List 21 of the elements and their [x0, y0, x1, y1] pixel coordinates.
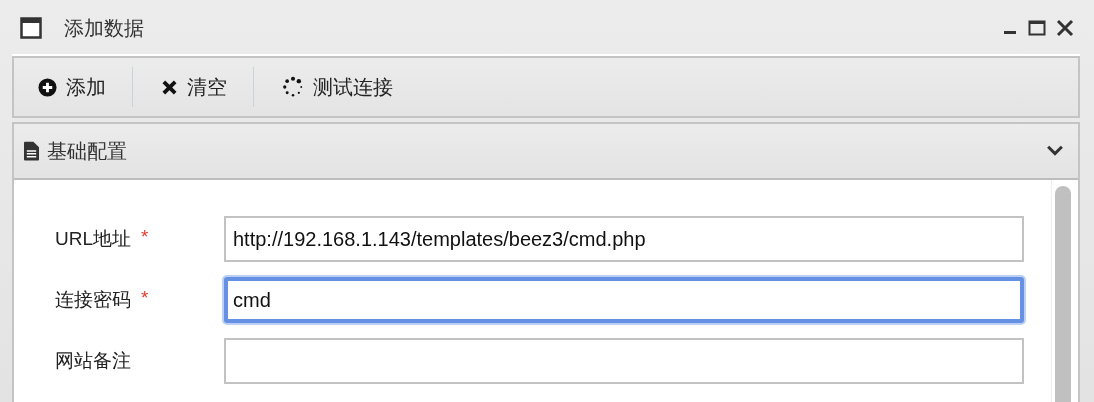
toolbar-button[interactable]: 清空 [137, 64, 249, 110]
toolbar-button[interactable]: 添加 [36, 64, 128, 110]
window-icon [20, 17, 42, 39]
input-field[interactable]: cmd [224, 277, 1024, 323]
window-title: 添加数据 [64, 14, 144, 42]
input-field[interactable] [224, 338, 1024, 384]
scrollbar[interactable] [1051, 180, 1074, 402]
required-mark: * [141, 226, 149, 249]
close-icon [161, 78, 178, 96]
close-icon[interactable] [1056, 19, 1074, 37]
field-label: 网站备注 [55, 349, 131, 373]
document-icon [24, 141, 39, 161]
plus-circle-icon [38, 77, 57, 97]
spinner-icon [282, 76, 304, 98]
field-label: URL地址 [55, 227, 131, 251]
input-field[interactable]: http://192.168.1.143/templates/beez3/cmd.php [224, 216, 1024, 262]
maximize-icon[interactable] [1028, 20, 1046, 36]
chevron-down-icon[interactable] [1046, 145, 1064, 157]
required-mark: * [141, 287, 149, 310]
field-label: 连接密码 [55, 288, 131, 312]
toolbar-button[interactable]: 测试连接 [258, 64, 415, 110]
